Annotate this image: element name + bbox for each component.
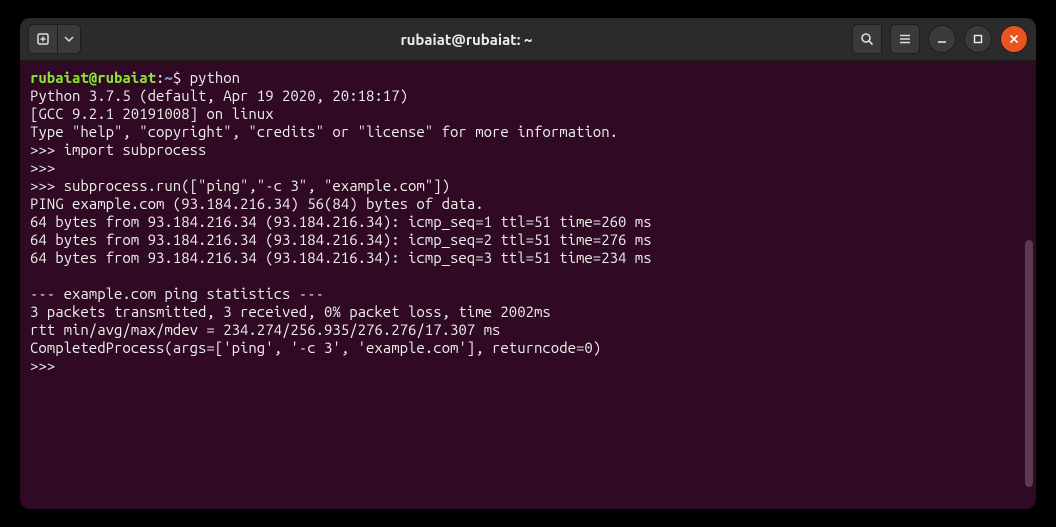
maximize-button[interactable] <box>964 25 992 53</box>
new-tab-button[interactable] <box>28 24 58 54</box>
command-text: python <box>190 69 240 86</box>
minimize-icon <box>936 33 948 45</box>
prompt-dollar: $ <box>173 69 190 86</box>
prompt-user: rubaiat@rubaiat <box>30 69 156 86</box>
output-line: rtt min/avg/max/mdev = 234.274/256.935/2… <box>30 321 500 338</box>
chevron-down-icon <box>64 34 74 44</box>
output-line: 64 bytes from 93.184.216.34 (93.184.216.… <box>30 249 652 266</box>
window-title: rubaiat@rubaiat: ~ <box>87 31 846 48</box>
output-line: [GCC 9.2.1 20191008] on linux <box>30 105 274 122</box>
output-line: CompletedProcess(args=['ping', '-c 3', '… <box>30 339 601 356</box>
output-line: Python 3.7.5 (default, Apr 19 2020, 20:1… <box>30 87 408 104</box>
search-icon <box>859 31 875 47</box>
search-button[interactable] <box>852 24 882 54</box>
scrollbar-thumb[interactable] <box>1025 240 1033 486</box>
output-line: Type "help", "copyright", "credits" or "… <box>30 123 618 140</box>
output-line: >>> subprocess.run(["ping","-c 3", "exam… <box>30 177 450 194</box>
output-line: 64 bytes from 93.184.216.34 (93.184.216.… <box>30 213 652 230</box>
close-icon <box>1008 33 1020 45</box>
menu-button[interactable] <box>890 24 920 54</box>
output-line: >>> <box>30 159 55 176</box>
titlebar-left-controls <box>28 24 81 54</box>
maximize-icon <box>972 33 984 45</box>
minimize-button[interactable] <box>928 25 956 53</box>
hamburger-icon <box>897 31 913 47</box>
prompt-line: rubaiat@rubaiat:~$ python <box>30 69 240 86</box>
titlebar: rubaiat@rubaiat: ~ <box>20 18 1036 61</box>
close-button[interactable] <box>1000 25 1028 53</box>
output-line: 64 bytes from 93.184.216.34 (93.184.216.… <box>30 231 652 248</box>
output-line: 3 packets transmitted, 3 received, 0% pa… <box>30 303 551 320</box>
output-line: >>> <box>30 357 55 374</box>
new-tab-dropdown-button[interactable] <box>57 24 81 54</box>
output-line: PING example.com (93.184.216.34) 56(84) … <box>30 195 484 212</box>
titlebar-right-controls <box>852 24 1028 54</box>
terminal-area[interactable]: rubaiat@rubaiat:~$ python Python 3.7.5 (… <box>20 61 1036 509</box>
new-tab-icon <box>35 31 51 47</box>
prompt-path: ~ <box>164 69 172 86</box>
output-line: >>> import subprocess <box>30 141 206 158</box>
output-line: --- example.com ping statistics --- <box>30 285 324 302</box>
terminal-window: rubaiat@rubaiat: ~ <box>20 18 1036 509</box>
